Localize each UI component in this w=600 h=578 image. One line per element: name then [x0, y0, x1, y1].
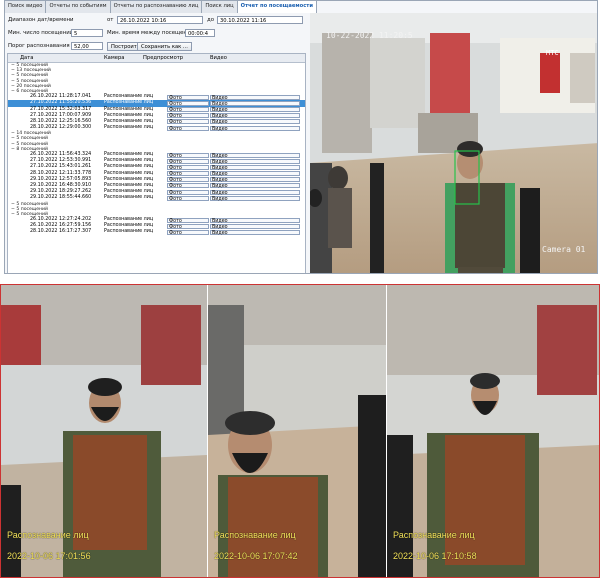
video-button[interactable]: Видео [210, 94, 300, 101]
filters-and-results-panel: Диапазон дат/времени от 26.10.2022 10:16… [5, 13, 306, 273]
preview-button[interactable]: Фото [167, 164, 209, 171]
preview-button[interactable]: Фото [167, 189, 209, 196]
snapshot-1-caption: Распознавание лиц [7, 530, 89, 540]
row-date: 28.10.2022 12:29:00.300 [30, 125, 92, 131]
column-video[interactable]: Видео [210, 55, 227, 61]
column-date[interactable]: Дата [20, 55, 33, 61]
preview-button[interactable]: Фото [167, 195, 209, 202]
live-camera-view[interactable]: 10-22-2022 11:20:5 Camera 01 МТС [310, 13, 597, 273]
preview-button[interactable]: Фото [167, 158, 209, 165]
row-camera: Распознавание лиц [104, 195, 154, 201]
video-button[interactable]: Видео [210, 217, 300, 224]
row-date: 28.10.2022 16:17:27.307 [30, 229, 92, 235]
snapshot-3-time: 2022-10-06 17:10:58 [393, 551, 477, 561]
video-button[interactable]: Видео [210, 183, 300, 189]
tab-attendance-report[interactable]: Отчет по посещаемости [237, 1, 317, 13]
results-grid: Дата Камера Предпросмотр Видео − 5 посещ… [7, 53, 306, 273]
video-button[interactable]: Видео [210, 125, 300, 132]
video-button[interactable]: Видео [210, 177, 300, 183]
store-sign: МТС [546, 49, 559, 57]
tab-face-recognition-reports[interactable]: Отчеты по распознаванию лиц [111, 1, 203, 13]
row-camera: Распознавание лиц [104, 125, 154, 131]
min-visits-stepper[interactable]: 5 [71, 29, 103, 37]
video-button[interactable]: Видео [210, 113, 300, 119]
camera-label: Camera 01 [542, 245, 586, 254]
preview-button[interactable]: Фото [167, 183, 209, 189]
threshold-stepper[interactable]: 52,00 [71, 42, 103, 50]
camera-timestamp: 10-22-2022 11:20:5 [326, 31, 413, 40]
date-from-field[interactable]: 26.10.2022 10:16 [117, 16, 203, 24]
row-date: 29.10.2022 18:55:44.660 [30, 195, 92, 201]
video-button[interactable]: Видео [210, 189, 300, 196]
tab-event-reports[interactable]: Отчеты по событиям [46, 1, 111, 13]
preview-button[interactable]: Фото [167, 125, 209, 132]
grid-header: Дата Камера Предпросмотр Видео [8, 54, 305, 63]
preview-button[interactable]: Фото [167, 217, 209, 224]
snapshot-2-caption: Распознавание лиц [214, 530, 296, 540]
video-button[interactable]: Видео [210, 229, 300, 236]
preview-button[interactable]: Фото [167, 100, 209, 107]
video-button[interactable]: Видео [210, 171, 300, 177]
video-button[interactable]: Видео [210, 107, 300, 113]
from-label: от [107, 17, 114, 23]
video-button[interactable]: Видео [210, 195, 300, 202]
preview-button[interactable]: Фото [167, 223, 209, 230]
snapshot-2-time: 2022-10-06 17:07:42 [214, 551, 298, 561]
recognition-snapshots: Распознавание лиц 2022-10-06 17:01:56 Ра… [0, 284, 600, 578]
column-camera[interactable]: Камера [104, 55, 124, 61]
preview-button[interactable]: Фото [167, 119, 209, 125]
snapshot-1-time: 2022-10-06 17:01:56 [7, 551, 91, 561]
date-to-field[interactable]: 30.10.2022 11:16 [217, 16, 303, 24]
table-row[interactable]: 28.10.2022 16:17:27.307 Распознавание лиц… [8, 229, 305, 236]
video-button[interactable]: Видео [210, 223, 300, 230]
grid-body: − 5 посещений − 13 посещений − 5 посещений… [8, 63, 305, 236]
to-label: до [207, 17, 215, 23]
video-button[interactable]: Видео [210, 164, 300, 171]
preview-button[interactable]: Фото [167, 229, 209, 236]
preview-button[interactable]: Фото [167, 107, 209, 113]
video-button[interactable]: Видео [210, 152, 300, 159]
table-row[interactable]: 28.10.2022 12:29:00.300 Распознавание лиц… [8, 125, 305, 132]
video-button[interactable]: Видео [210, 119, 300, 125]
snapshot-3-caption: Распознавание лиц [393, 530, 475, 540]
attendance-report-window: Поиск видео Отчеты по событиям Отчеты по… [4, 0, 598, 274]
min-visits-label: Мин. число посещений [8, 30, 74, 36]
preview-button[interactable]: Фото [167, 152, 209, 159]
video-button[interactable]: Видео [210, 158, 300, 165]
snapshot-1[interactable]: Распознавание лиц 2022-10-06 17:01:56 [1, 285, 207, 577]
save-as-button[interactable]: Сохранить как ... [137, 41, 192, 51]
tab-video-search[interactable]: Поиск видео [5, 1, 47, 13]
table-row[interactable]: 29.10.2022 18:55:44.660 Распознавание лиц… [8, 195, 305, 202]
column-preview[interactable]: Предпросмотр [143, 55, 183, 61]
snapshot-2[interactable]: Распознавание лиц 2022-10-06 17:07:42 [208, 285, 386, 577]
preview-button[interactable]: Фото [167, 113, 209, 119]
preview-button[interactable]: Фото [167, 94, 209, 101]
snapshot-3[interactable]: Распознавание лиц 2022-10-06 17:10:58 [387, 285, 599, 577]
video-button[interactable]: Видео [210, 100, 300, 107]
row-camera: Распознавание лиц [104, 229, 154, 235]
range-label: Диапазон дат/времени [8, 17, 74, 23]
threshold-label: Порог распознавания [8, 43, 70, 49]
tab-face-search[interactable]: Поиск лиц [202, 1, 238, 13]
preview-button[interactable]: Фото [167, 171, 209, 177]
min-interval-field[interactable]: 00:00:4 [185, 29, 215, 37]
preview-button[interactable]: Фото [167, 177, 209, 183]
